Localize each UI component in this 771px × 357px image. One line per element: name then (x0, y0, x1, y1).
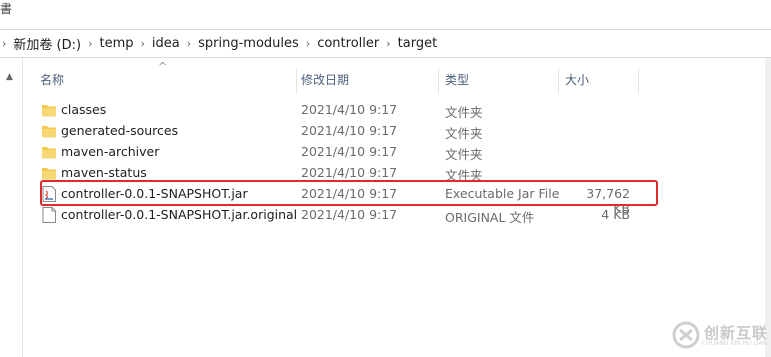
watermark-subtext: CHUANG XIN HU LIAN (702, 340, 768, 347)
folder-icon (42, 126, 56, 138)
vertical-scrollbar[interactable] (765, 58, 771, 357)
breadcrumb-temp[interactable]: temp (94, 36, 138, 51)
logo-mark-icon (672, 321, 700, 349)
window-top-strip: 書 (0, 0, 771, 22)
file-type: ORIGINAL 文件 (445, 210, 535, 225)
column-header-date[interactable]: 修改日期 (301, 64, 349, 96)
file-date: 2021/4/10 9:17 (301, 123, 398, 138)
file-date: 2021/4/10 9:17 (301, 102, 398, 117)
file-name: classes (61, 102, 107, 117)
column-divider[interactable] (438, 68, 439, 94)
window-title-fragment: 書 (0, 2, 13, 16)
column-divider[interactable] (638, 68, 639, 94)
column-header-name[interactable]: 名称 (40, 64, 64, 96)
breadcrumb-target[interactable]: target (393, 36, 443, 51)
chevron-right-icon: › (2, 37, 7, 50)
file-row[interactable]: controller-0.0.1-SNAPSHOT.jar.original 2… (28, 205, 728, 226)
address-bar[interactable]: › 新加卷 (D:) › temp › idea › spring-module… (0, 29, 771, 58)
column-divider[interactable] (558, 68, 559, 94)
column-divider[interactable] (296, 68, 297, 94)
file-date: 2021/4/10 9:17 (301, 144, 398, 159)
file-name: maven-archiver (61, 144, 160, 159)
chevron-right-icon: › (88, 37, 93, 50)
file-date: 2021/4/10 9:17 (301, 165, 398, 180)
breadcrumb-controller[interactable]: controller (312, 36, 384, 51)
watermark-logo: 创新互联 CHUANG XIN HU LIAN (672, 318, 768, 352)
file-type: 文件夹 (445, 126, 483, 141)
chevron-right-icon: › (140, 37, 145, 50)
file-name: maven-status (61, 165, 147, 180)
file-row[interactable]: classes 2021/4/10 9:17 文件夹 (28, 100, 728, 121)
chevron-right-icon: › (186, 37, 192, 50)
file-name: controller-0.0.1-SNAPSHOT.jar.original (61, 207, 298, 222)
file-size: 4 KB (601, 207, 630, 222)
file-icon (42, 207, 56, 223)
file-type: 文件夹 (445, 105, 483, 120)
navigation-pane-edge (0, 58, 23, 357)
column-header: ^ 名称 修改日期 类型 大小 (28, 60, 728, 96)
chevron-right-icon: › (386, 37, 391, 50)
file-type: 文件夹 (445, 147, 483, 162)
file-date: 2021/4/10 9:17 (301, 207, 398, 222)
breadcrumb-drive[interactable]: 新加卷 (D:) (8, 34, 86, 53)
breadcrumb-idea[interactable]: idea (147, 36, 185, 51)
folder-icon (42, 105, 56, 117)
folder-icon (42, 168, 56, 180)
chevron-right-icon: › (305, 37, 311, 50)
file-row[interactable]: generated-sources 2021/4/10 9:17 文件夹 (28, 121, 728, 142)
folder-icon (42, 147, 56, 159)
breadcrumb-spring-modules[interactable]: spring-modules (193, 36, 304, 51)
highlight-annotation-box (40, 180, 658, 206)
column-header-type[interactable]: 类型 (445, 64, 469, 96)
file-row[interactable]: maven-archiver 2021/4/10 9:17 文件夹 (28, 142, 728, 163)
sort-ascending-icon: ^ (158, 60, 168, 73)
scroll-up-arrow-icon[interactable]: ▲ (6, 72, 13, 82)
column-header-size[interactable]: 大小 (565, 64, 589, 96)
file-name: generated-sources (61, 123, 179, 138)
